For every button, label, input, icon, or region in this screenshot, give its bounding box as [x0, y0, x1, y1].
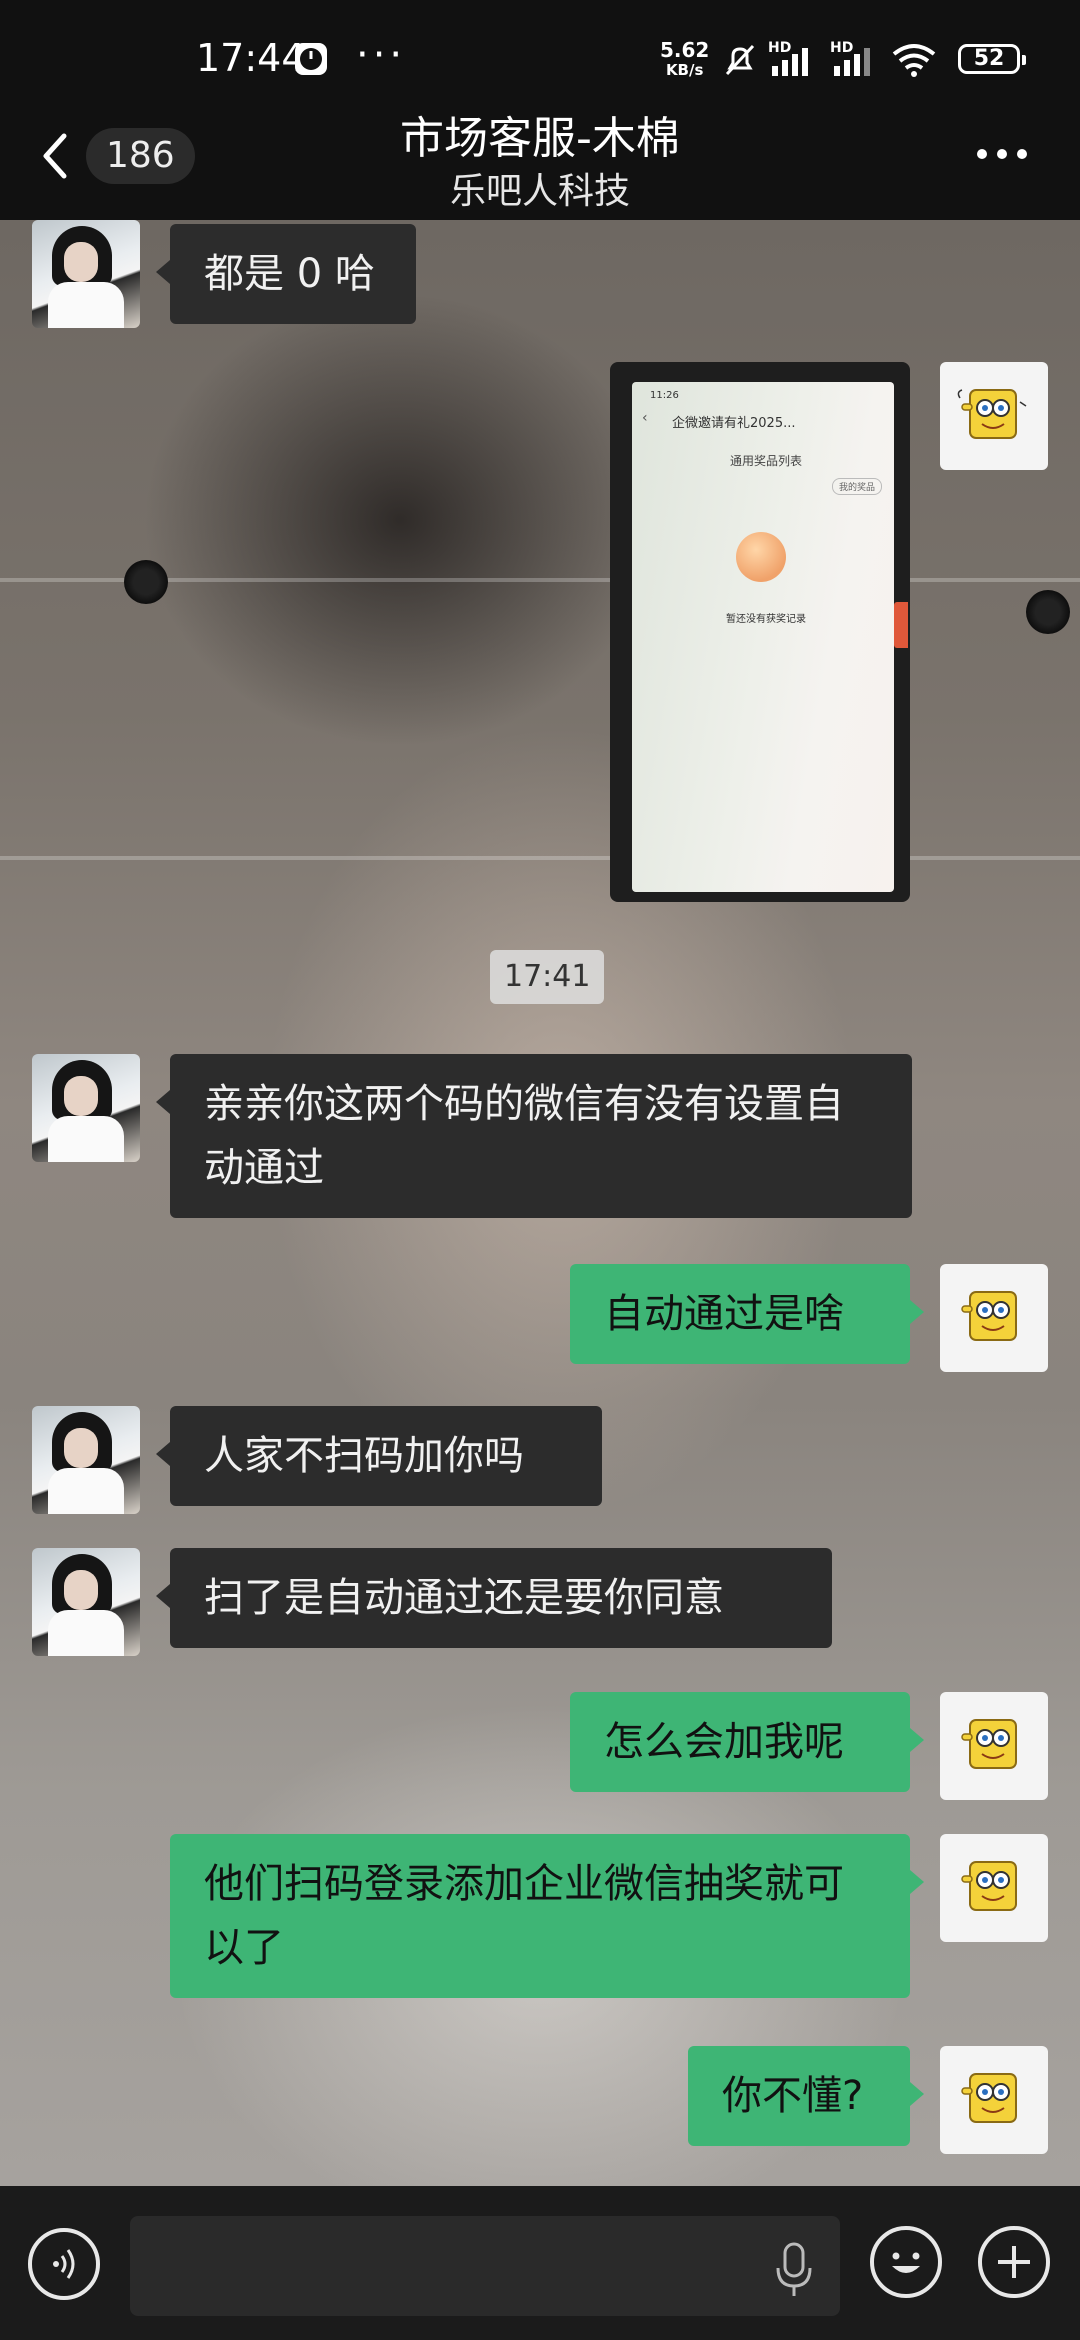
image-message[interactable]: 11:26 ‹ 企微邀请有礼2025... 通用奖品列表 我的奖品 暂还没有获奖…	[610, 362, 910, 902]
message-input[interactable]	[130, 2216, 840, 2316]
message-bubble-sent[interactable]: 你不懂?	[688, 2046, 924, 2146]
image-mine-tag: 我的奖品	[832, 478, 883, 495]
message-bubble-received[interactable]: 亲亲你这两个码的微信有没有设置自动通过	[156, 1054, 912, 1218]
sponge-cartoon-icon	[957, 389, 1027, 439]
background-lamp	[1026, 590, 1070, 634]
network-speed-value: 5.62	[660, 38, 710, 62]
image-side-tab	[894, 602, 908, 648]
signal-icon	[834, 48, 870, 76]
more-dots-icon: ···	[356, 32, 407, 78]
image-title: 企微邀请有礼2025...	[672, 416, 796, 431]
emoji-icon[interactable]	[870, 2226, 942, 2298]
contact-avatar[interactable]	[32, 1548, 140, 1656]
chat-title: 市场客服-木棉	[400, 113, 680, 164]
battery-icon: 52	[958, 44, 1026, 74]
network-speed-unit: KB/s	[665, 61, 704, 79]
clock-icon	[295, 43, 327, 75]
image-status-time: 11:26	[650, 390, 679, 401]
my-avatar[interactable]	[940, 362, 1048, 470]
sponge-cartoon-icon	[961, 1719, 1017, 1769]
message-bubble-received[interactable]: 人家不扫码加你吗	[156, 1406, 602, 1506]
contact-avatar[interactable]	[32, 220, 140, 328]
my-avatar[interactable]	[940, 1834, 1048, 1942]
my-avatar[interactable]	[940, 1692, 1048, 1800]
background-rail	[0, 856, 1080, 860]
battery-level: 52	[973, 46, 1005, 71]
my-avatar[interactable]	[940, 1264, 1048, 1372]
contact-avatar[interactable]	[32, 1406, 140, 1514]
image-screenshot-content: 11:26 ‹ 企微邀请有礼2025... 通用奖品列表 我的奖品 暂还没有获奖…	[632, 382, 894, 892]
my-avatar[interactable]	[940, 2046, 1048, 2154]
plus-icon[interactable]	[978, 2226, 1050, 2298]
more-horizontal-icon[interactable]	[974, 144, 1030, 164]
image-list-title: 通用奖品列表	[730, 454, 803, 468]
sponge-cartoon-icon	[961, 1861, 1017, 1911]
wifi-icon	[892, 44, 936, 77]
chat-message-list[interactable]: 都是 0 哈 11:26 ‹ 企微邀请有礼2025... 通用奖品列表 我的奖品…	[0, 220, 1080, 2186]
voice-icon[interactable]	[28, 2228, 100, 2300]
input-bar	[0, 2186, 1080, 2340]
message-bubble-received[interactable]: 扫了是自动通过还是要你同意	[156, 1548, 832, 1648]
message-bubble-sent[interactable]: 怎么会加我呢	[570, 1692, 924, 1792]
message-bubble-received[interactable]: 都是 0 哈	[156, 224, 416, 324]
network-speed: 5.62 KB/s	[660, 40, 709, 80]
message-bubble-sent[interactable]: 自动通过是啥	[570, 1264, 924, 1364]
message-bubble-sent[interactable]: 他们扫码登录添加企业微信抽奖就可以了	[170, 1834, 924, 1998]
image-emoji-icon	[736, 532, 786, 582]
image-empty-text: 暂还没有获奖记录	[726, 614, 806, 625]
chat-subtitle: 乐吧人科技	[449, 171, 630, 212]
mute-bell-icon	[725, 44, 755, 76]
status-time: 17:44	[196, 36, 306, 80]
contact-avatar[interactable]	[32, 1054, 140, 1162]
sponge-cartoon-icon	[961, 1291, 1017, 1341]
chat-header: 186 市场客服-木棉 乐吧人科技	[0, 100, 1080, 220]
image-back-glyph: ‹	[642, 410, 648, 426]
time-divider: 17:41	[490, 950, 605, 1004]
signal-icon	[772, 48, 808, 76]
microphone-icon[interactable]	[772, 2240, 816, 2300]
background-lamp	[124, 560, 168, 604]
sponge-cartoon-icon	[961, 2073, 1017, 2123]
